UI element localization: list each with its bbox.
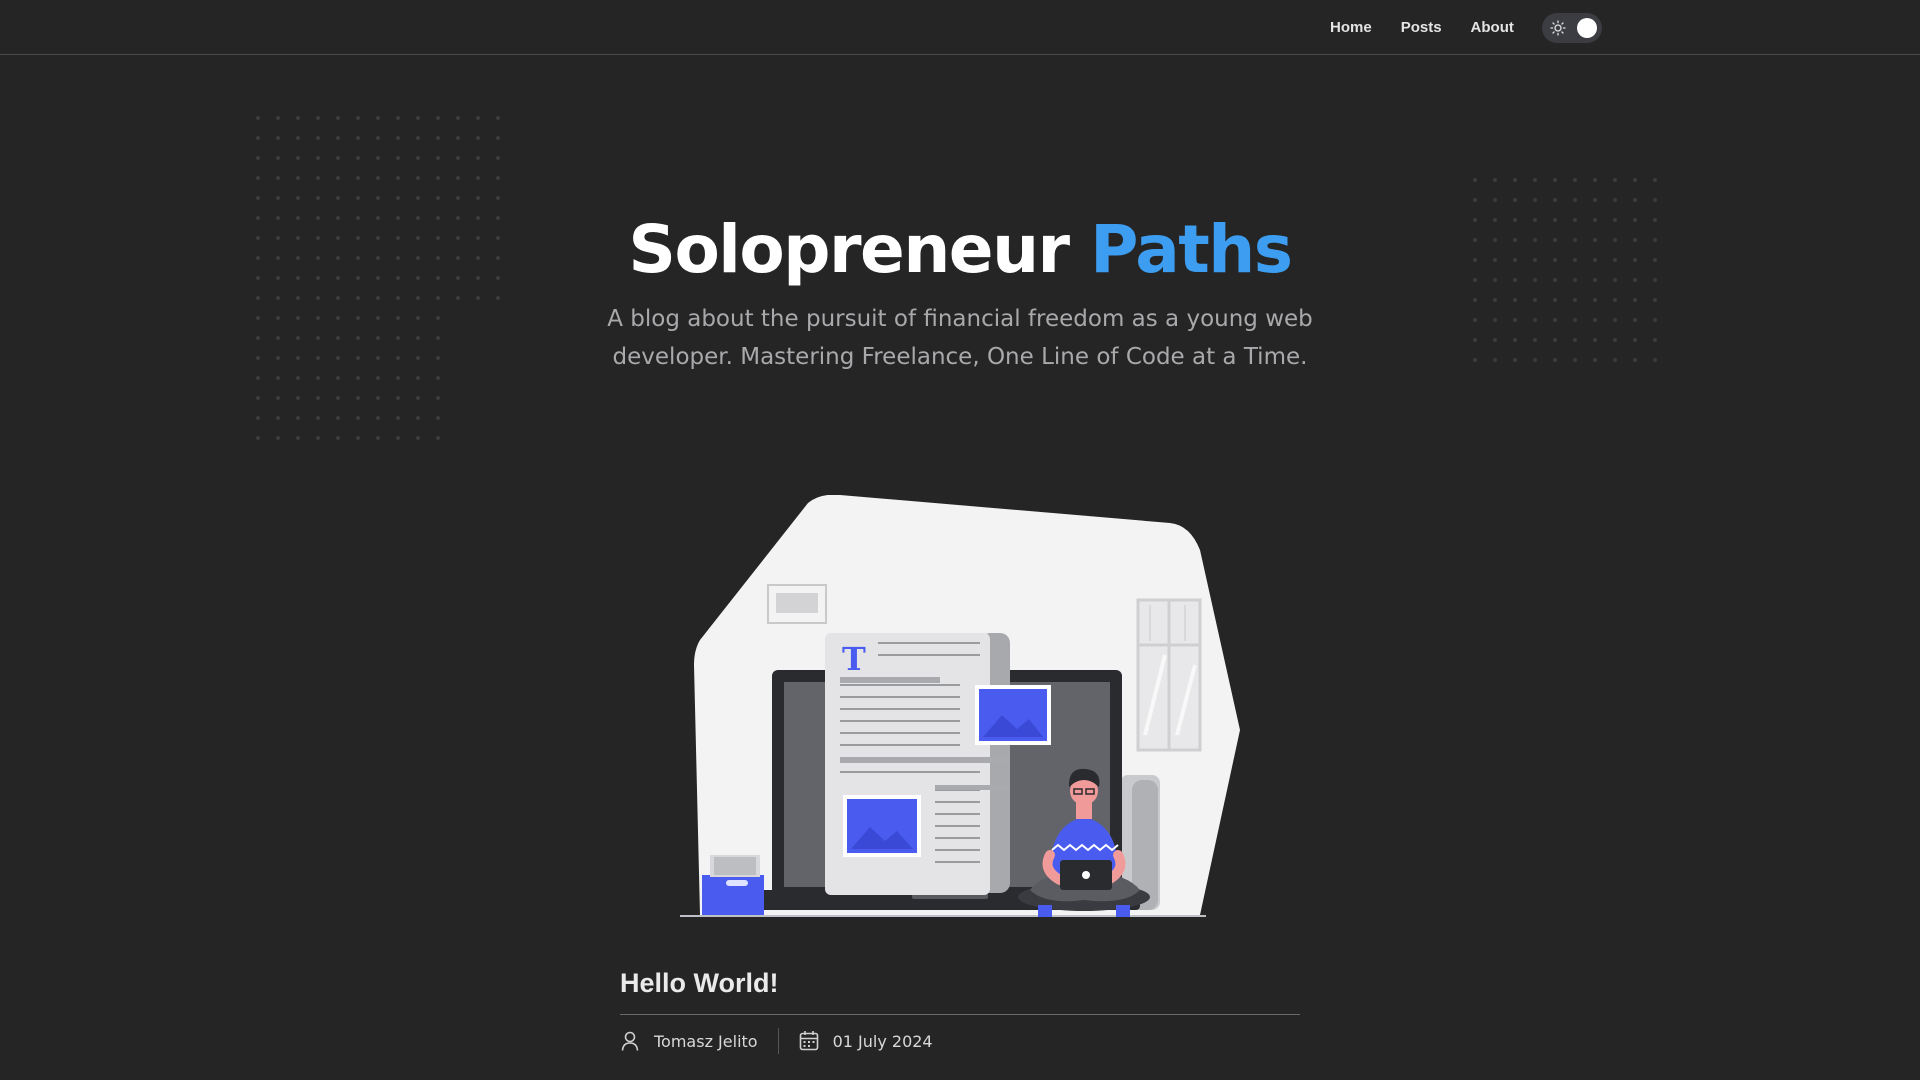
page-title: Solopreneur Paths (0, 205, 1920, 295)
nav-link-about[interactable]: About (1471, 19, 1514, 36)
nav-link-home[interactable]: Home (1330, 19, 1372, 36)
top-navbar: Home Posts About (0, 0, 1920, 55)
theme-toggle[interactable] (1542, 13, 1602, 43)
sun-icon (1550, 20, 1566, 36)
title-main: Solopreneur (628, 211, 1070, 288)
user-icon (621, 1031, 639, 1051)
post-title-link[interactable]: Hello World! (620, 968, 779, 999)
page-subtitle: A blog about the pursuit of financial fr… (607, 306, 1313, 370)
toggle-knob (1577, 18, 1597, 38)
page: Home Posts About Solopreneur Paths A blo… (0, 0, 1920, 1080)
meta-separator (777, 1028, 779, 1054)
nav-link-posts[interactable]: Posts (1401, 19, 1442, 36)
post-author: Tomasz Jelito (654, 1031, 758, 1051)
post-divider (620, 1014, 1300, 1015)
title-accent: Paths (1090, 211, 1293, 288)
post-date: 01 July 2024 (832, 1031, 933, 1051)
svg-text:T: T (842, 640, 866, 678)
calendar-icon (799, 1031, 818, 1051)
hero-illustration: T (680, 495, 1240, 917)
post-meta: Tomasz Jelito 01 July 2024 (620, 1027, 933, 1055)
nav-links: Home Posts About (1330, 0, 1543, 54)
